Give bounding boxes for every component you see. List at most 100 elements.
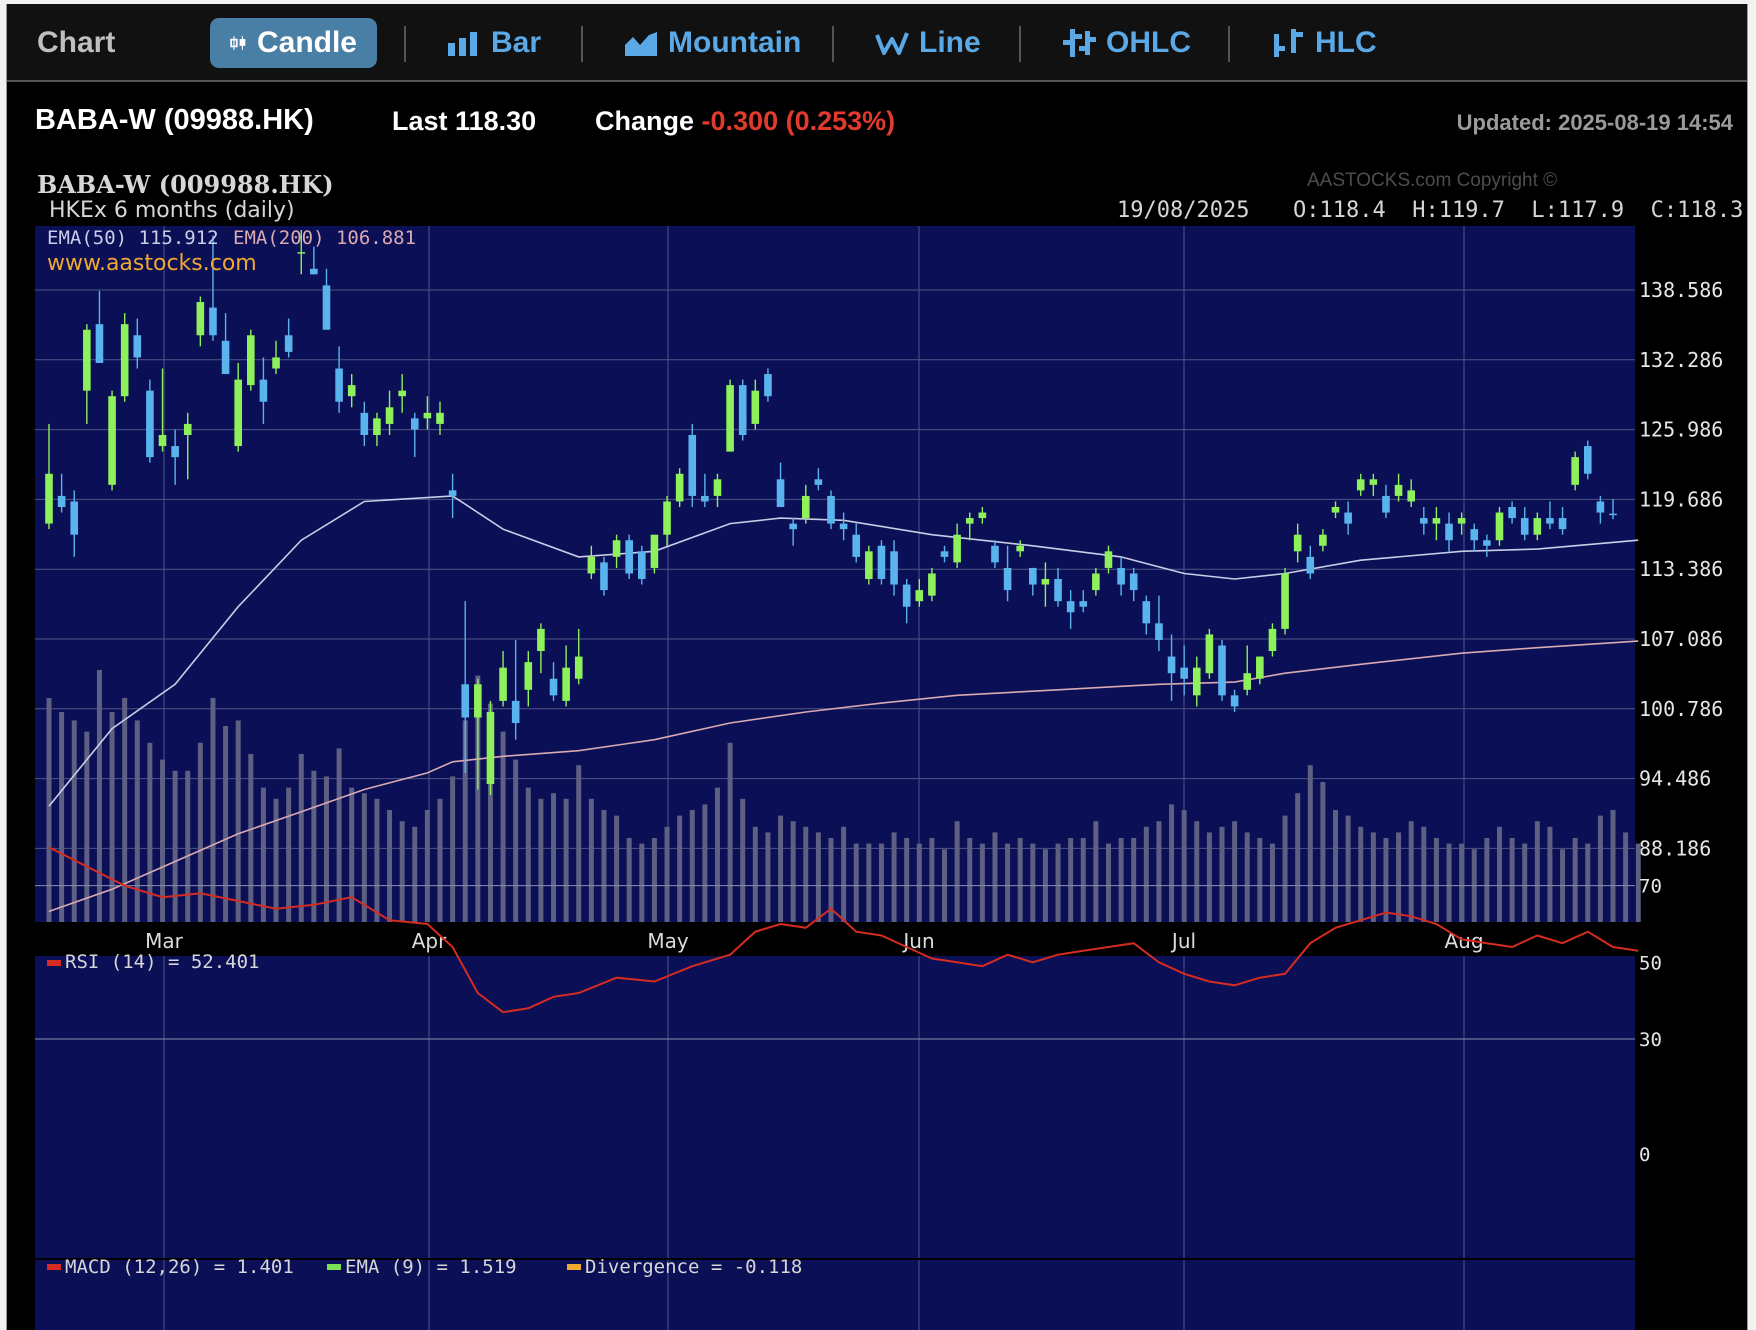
price-tick-label: 88.186 (1639, 836, 1711, 860)
candle-body (95, 324, 104, 363)
volume-bar (223, 726, 229, 922)
candle-body (310, 268, 318, 275)
ema50-legend: EMA(50) 115.912 (47, 227, 219, 249)
volume-bar (538, 798, 544, 922)
candle-body (852, 534, 861, 557)
divergence-legend: Divergence = -0.118 (585, 1256, 802, 1278)
candle-body (675, 473, 684, 502)
candle-body (1243, 673, 1252, 690)
candle-body (1041, 579, 1050, 585)
candle-body (574, 656, 583, 679)
month-label: Apr (412, 929, 447, 953)
volume-bar (1244, 832, 1250, 922)
rsi-tick-label: 30 (1639, 1029, 1662, 1051)
volume-bar (96, 670, 102, 922)
candle-body (1420, 518, 1428, 524)
volume-bar (122, 698, 128, 922)
volume-bar (979, 843, 985, 922)
volume-bar (349, 787, 355, 922)
volume-bar (1597, 815, 1603, 922)
candle-body (1281, 573, 1289, 629)
volume-bar (714, 787, 720, 922)
volume-bar (311, 770, 317, 922)
volume-bar (1232, 821, 1238, 922)
candle-body (638, 551, 646, 580)
volume-bar (1370, 832, 1376, 922)
volume-bar (841, 826, 847, 922)
volume-bar (500, 731, 506, 922)
price-tick-label: 94.486 (1639, 767, 1711, 791)
candle-body (1369, 479, 1378, 485)
volume-bar (740, 798, 746, 922)
volume-bar (904, 838, 910, 922)
candle-body (1483, 540, 1491, 546)
volume-bar (1105, 843, 1111, 922)
macd-ema-legend-swatch (327, 1264, 341, 1270)
volume-bar (1295, 793, 1301, 922)
volume-bar (1055, 843, 1061, 922)
candle-body (410, 418, 419, 430)
volume-bar (450, 776, 456, 922)
volume-bar (702, 804, 708, 922)
rsi-tick-label: 0 (1639, 1144, 1650, 1166)
chart-subtitle: HKEx 6 months (daily) (49, 198, 295, 223)
candle-body (511, 700, 520, 724)
volume-bar (992, 832, 998, 922)
volume-bar (1433, 838, 1439, 922)
copyright-text: AASTOCKS.com Copyright © (1307, 170, 1558, 191)
candle-body (1533, 518, 1542, 535)
candle-body (1596, 501, 1605, 513)
candle-body (1306, 556, 1315, 574)
candle-body (297, 252, 306, 254)
candle-body (83, 329, 91, 391)
volume-bar (1257, 838, 1263, 922)
volume-bar (525, 787, 531, 922)
candle-body (1293, 534, 1302, 552)
candle-body (1470, 529, 1479, 541)
volume-bar (1534, 821, 1540, 922)
rsi-legend-swatch (47, 960, 61, 966)
volume-bar (689, 810, 695, 922)
candle-body (1256, 656, 1264, 679)
candle-body (499, 667, 507, 701)
macd-legend: MACD (12,26) = 1.401 (65, 1256, 294, 1278)
candle-body (839, 523, 848, 530)
candle-body (1382, 495, 1390, 513)
candle-body (1092, 573, 1100, 591)
volume-bar (172, 770, 178, 922)
candle-body (45, 473, 53, 524)
candle-body (1155, 623, 1163, 640)
candle-body (789, 523, 797, 530)
volume-bar (853, 843, 859, 922)
volume-bar (588, 798, 594, 922)
candle-body (1079, 601, 1088, 607)
candle-body (1192, 667, 1201, 696)
volume-bar (1547, 826, 1553, 922)
volume-bar (563, 798, 569, 922)
candle-body (1344, 512, 1352, 524)
candle-body (1180, 667, 1188, 679)
candle-body (814, 479, 823, 485)
candle-body (1571, 457, 1579, 485)
rsi-tick-label: 50 (1639, 952, 1662, 974)
volume-bar (260, 787, 266, 922)
candle-body (171, 446, 179, 458)
candle-body (1066, 601, 1075, 613)
candle-body (1054, 579, 1062, 602)
candle-body (1558, 518, 1567, 530)
volume-bar (1269, 843, 1275, 922)
volume-bar (1623, 832, 1629, 922)
candle-body (764, 374, 772, 397)
candle-body (1167, 656, 1176, 674)
candle-body (940, 551, 949, 557)
candle-body (1117, 567, 1125, 585)
volume-bar (601, 810, 607, 922)
volume-bar (639, 843, 645, 922)
volume-bar (1017, 838, 1023, 922)
candle-body (398, 390, 406, 397)
volume-bar (46, 698, 52, 922)
candle-body (221, 340, 230, 375)
volume-bar (197, 742, 203, 922)
volume-bar (626, 838, 632, 922)
candle-body (120, 324, 129, 397)
